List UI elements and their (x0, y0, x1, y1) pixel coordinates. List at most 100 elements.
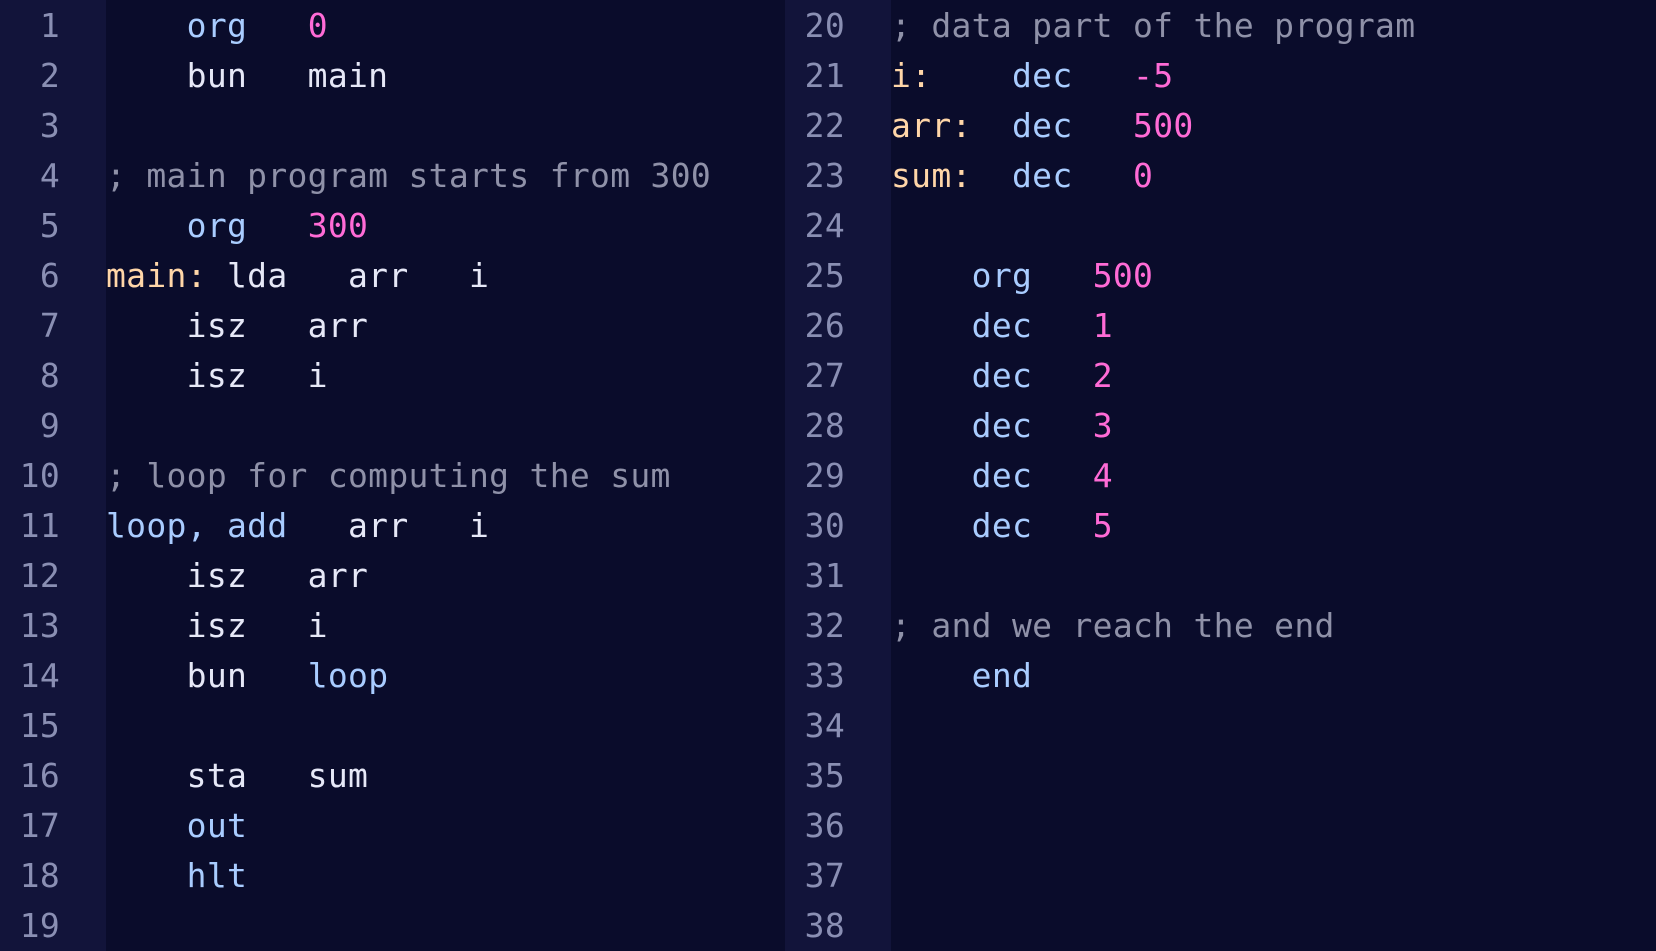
line-number: 23 (804, 155, 845, 195)
line-number: 34 (804, 705, 845, 745)
code-token: hlt (186, 855, 248, 895)
code-line: isz i (106, 600, 785, 650)
line-number: 29 (804, 455, 845, 495)
line-number: 6 (39, 255, 60, 295)
code-line: sum: dec 0 (891, 150, 1656, 200)
code-token: 500 (1092, 255, 1154, 295)
code-token: dec (1012, 105, 1073, 145)
code-token: 0 (1133, 155, 1154, 195)
line-number-gutter-right: 20 21 22 23 24 25 26 27 28 29 30 31 32 33 34 35 36 37 38 (785, 0, 891, 951)
code-line: dec 3 (891, 400, 1656, 450)
line-number: 37 (804, 855, 845, 895)
code-token: sum: (891, 155, 972, 195)
code-line: bun main (106, 50, 785, 100)
code-line: isz arr (106, 550, 785, 600)
code-token: main: (106, 255, 207, 295)
code-line: i: dec -5 (891, 50, 1656, 100)
code-token: dec (971, 505, 1033, 545)
line-number: 7 (39, 305, 60, 345)
line-number: 30 (804, 505, 845, 545)
code-line: org 0 (106, 0, 785, 50)
code-token: dec (971, 355, 1033, 395)
code-line: dec 2 (891, 350, 1656, 400)
line-number: 25 (804, 255, 845, 295)
line-number: 38 (804, 905, 845, 945)
code-area-left[interactable]: org 0 bun main ; main program starts from… (106, 0, 785, 951)
code-token: isz i (106, 605, 328, 645)
code-token: isz arr (106, 555, 369, 595)
line-number: 21 (804, 55, 845, 95)
code-area-right[interactable]: ; data part of the program i: dec -5 arr: … (891, 0, 1656, 951)
line-number: 27 (804, 355, 845, 395)
code-token: dec (1012, 155, 1073, 195)
line-number: 9 (39, 405, 60, 445)
code-token: 4 (1092, 455, 1113, 495)
code-line: ; data part of the program (891, 0, 1656, 50)
code-token: 0 (307, 5, 328, 45)
code-token: ; loop for computing the sum (106, 455, 671, 495)
code-line: isz arr (106, 300, 785, 350)
code-line: dec 1 (891, 300, 1656, 350)
code-token: ; data part of the program (891, 5, 1416, 45)
code-token: 5 (1092, 505, 1113, 545)
code-token: dec (971, 405, 1033, 445)
code-line: bun loop (106, 650, 785, 700)
code-token: arr i (287, 505, 490, 545)
code-token: i: (891, 55, 932, 95)
line-number: 15 (19, 705, 60, 745)
line-number: 18 (19, 855, 60, 895)
line-number: 4 (39, 155, 60, 195)
code-token: org (971, 255, 1033, 295)
code-line: hlt (106, 850, 785, 900)
code-token: sta sum (106, 755, 369, 795)
code-token: 500 (1133, 105, 1194, 145)
line-number: 33 (804, 655, 845, 695)
code-line: dec 4 (891, 450, 1656, 500)
line-number: 2 (39, 55, 60, 95)
line-number: 8 (39, 355, 60, 395)
code-token: ; and we reach the end (891, 605, 1335, 645)
code-line: ; loop for computing the sum (106, 450, 785, 500)
line-number: 3 (39, 105, 60, 145)
code-token: dec (971, 455, 1033, 495)
code-line: main: lda arr i (106, 250, 785, 300)
code-editor: 1 2 3 4 5 6 7 8 9 10 11 12 13 14 15 16 17 18 19 org 0 bun … (0, 0, 1656, 951)
code-token: out (186, 805, 248, 845)
line-number: 11 (19, 505, 60, 545)
code-token: bun (106, 655, 308, 695)
line-number: 31 (804, 555, 845, 595)
code-line: org 300 (106, 200, 785, 250)
code-line: loop, add arr i (106, 500, 785, 550)
line-number: 20 (804, 5, 845, 45)
code-token: lda arr i (206, 255, 490, 295)
code-token: 300 (307, 205, 369, 245)
editor-pane-left: 1 2 3 4 5 6 7 8 9 10 11 12 13 14 15 16 17 18 19 org 0 bun … (0, 0, 785, 951)
code-token: end (971, 655, 1033, 695)
code-token: 2 (1092, 355, 1113, 395)
line-number: 24 (804, 205, 845, 245)
code-token: dec (1012, 55, 1073, 95)
line-number: 19 (19, 905, 60, 945)
